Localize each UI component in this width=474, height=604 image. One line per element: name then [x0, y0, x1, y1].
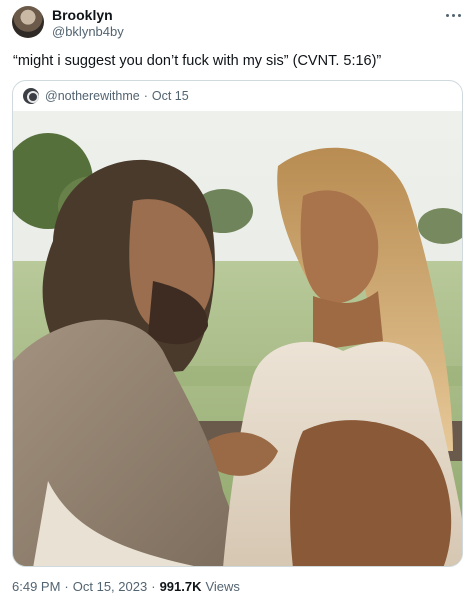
quoted-author-avatar[interactable]	[23, 88, 39, 104]
tweet-time[interactable]: 6:49 PM	[12, 579, 60, 594]
quoted-tweet-card[interactable]: @notherewithme · Oct 15	[12, 80, 463, 567]
separator-dot: ·	[151, 579, 156, 594]
more-options-icon[interactable]	[446, 10, 462, 20]
tweet-date[interactable]: Oct 15, 2023	[73, 579, 147, 594]
tweet-meta: 6:49 PM · Oct 15, 2023 · 991.7K Views	[12, 579, 240, 594]
views-label: Views	[205, 579, 240, 594]
separator-dot: ·	[64, 579, 69, 594]
quoted-image-illustration	[13, 111, 462, 566]
tweet-text: “might i suggest you don’t fuck with my …	[13, 53, 382, 69]
separator-dot: ·	[143, 89, 148, 103]
quoted-author-handle[interactable]: @notherewithme	[45, 89, 140, 103]
quoted-tweet-header: @notherewithme · Oct 15	[13, 81, 462, 111]
author-avatar[interactable]	[12, 6, 44, 38]
views-count: 991.7K	[159, 579, 202, 594]
author-handle[interactable]: @bklynb4by	[52, 24, 124, 39]
quoted-tweet-date[interactable]: Oct 15	[152, 89, 189, 103]
quoted-tweet-image[interactable]	[13, 111, 462, 566]
author-name[interactable]: Brooklyn	[52, 7, 113, 23]
